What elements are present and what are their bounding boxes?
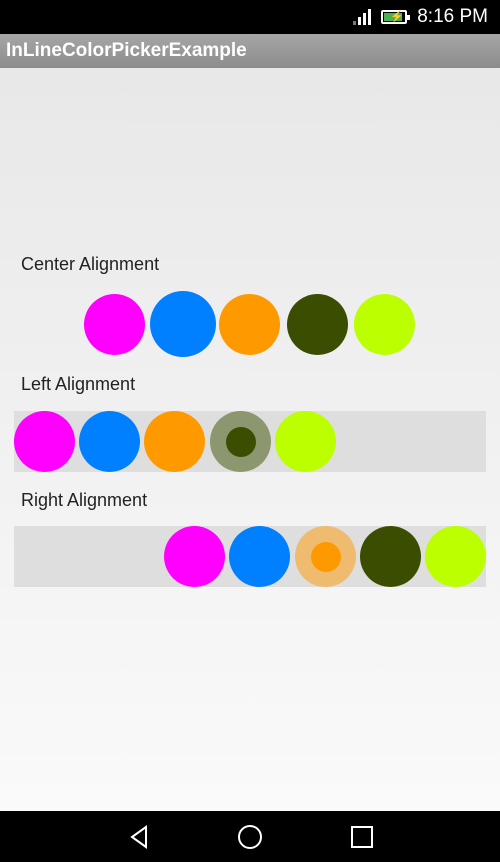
color-swatch[interactable]: [79, 411, 140, 472]
color-swatch[interactable]: [219, 294, 280, 355]
color-swatch[interactable]: [425, 526, 486, 587]
right-alignment-label: Right Alignment: [21, 490, 148, 510]
status-bar: ⚡ 8:16 PM: [0, 0, 500, 34]
app-title: InLineColorPickerExample: [6, 40, 247, 61]
content-area: Center Alignment Left Alignment Right Al…: [0, 68, 500, 811]
center-color-picker: [14, 291, 486, 357]
color-swatch[interactable]: [144, 411, 205, 472]
left-color-picker: [14, 411, 486, 472]
center-alignment-label: Center Alignment: [21, 254, 160, 274]
navigation-bar: [0, 811, 500, 862]
signal-icon: [353, 9, 372, 25]
color-swatch[interactable]: [360, 526, 421, 587]
color-swatch[interactable]: [275, 411, 336, 472]
color-swatch[interactable]: [354, 294, 415, 355]
left-alignment-label: Left Alignment: [21, 374, 136, 394]
color-swatch[interactable]: [84, 294, 145, 355]
color-swatch-selected[interactable]: [210, 411, 271, 472]
right-color-picker: [14, 526, 486, 587]
status-time: 8:16 PM: [417, 6, 488, 27]
color-swatch[interactable]: [14, 411, 75, 472]
recents-icon[interactable]: [348, 823, 376, 851]
color-swatch[interactable]: [164, 526, 225, 587]
home-icon[interactable]: [236, 823, 264, 851]
color-swatch[interactable]: [229, 526, 290, 587]
color-swatch[interactable]: [287, 294, 348, 355]
back-icon[interactable]: [126, 823, 154, 851]
battery-charging-icon: ⚡: [381, 10, 411, 24]
color-swatch[interactable]: [150, 291, 216, 357]
app-bar: InLineColorPickerExample: [0, 34, 500, 68]
color-swatch-selected[interactable]: [295, 526, 356, 587]
